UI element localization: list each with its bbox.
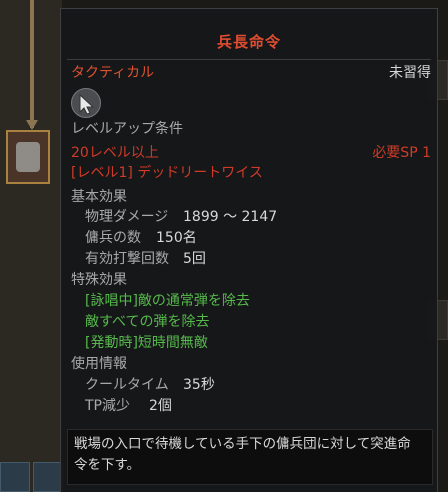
stat-value: 150名 bbox=[156, 230, 197, 246]
title-divider bbox=[67, 59, 431, 60]
skill-slot[interactable] bbox=[0, 462, 30, 492]
special-effect: [発動時]短時間無敵 bbox=[85, 335, 208, 351]
stat-label: 物理ダメージ bbox=[85, 209, 169, 225]
skill-tooltip: 兵長命令 タクティカル 未習得 レベルアップ条件 20レベル以上 必要SP 1 … bbox=[60, 8, 438, 492]
skill-tree-connector bbox=[30, 0, 34, 128]
special-effect: [詠唱中]敵の通常弾を除去 bbox=[85, 293, 250, 309]
stat-value: 5回 bbox=[183, 251, 206, 267]
skill-type: タクティカル bbox=[71, 65, 155, 81]
skill-slot[interactable] bbox=[33, 462, 63, 492]
stat-value: 1899 ～ 2147 bbox=[183, 209, 278, 225]
stat-label: 有効打撃回数 bbox=[85, 251, 169, 267]
basic-heading: 基本効果 bbox=[71, 189, 127, 205]
required-skill: [レベル1] デッドリートワイス bbox=[71, 165, 263, 181]
cursor-arrow-icon bbox=[71, 88, 101, 118]
special-effect: 敵すべての弾を除去 bbox=[85, 314, 210, 330]
learned-status: 未習得 bbox=[389, 65, 431, 81]
usage-heading: 使用情報 bbox=[71, 356, 127, 372]
special-heading: 特殊効果 bbox=[71, 272, 127, 288]
description-box: 戦場の入口で待機している手下の傭兵団に対して突進命令を下す。 bbox=[67, 429, 433, 485]
skill-title: 兵長命令 bbox=[216, 33, 281, 51]
usage-label: TP減少 bbox=[85, 398, 130, 414]
required-sp: 必要SP 1 bbox=[372, 145, 431, 161]
helmet-skill-icon[interactable] bbox=[6, 130, 50, 184]
stat-label: 傭兵の数 bbox=[85, 230, 141, 246]
skill-tree-arrow-icon bbox=[26, 120, 38, 130]
usage-label: クールタイム bbox=[85, 377, 169, 393]
skill-description: 戦場の入口で待機している手下の傭兵団に対して突進命令を下す。 bbox=[74, 436, 411, 473]
usage-value: 2個 bbox=[149, 398, 172, 414]
usage-value: 35秒 bbox=[183, 377, 215, 393]
required-level: 20レベル以上 bbox=[71, 145, 159, 161]
levelup-heading: レベルアップ条件 bbox=[71, 121, 183, 137]
